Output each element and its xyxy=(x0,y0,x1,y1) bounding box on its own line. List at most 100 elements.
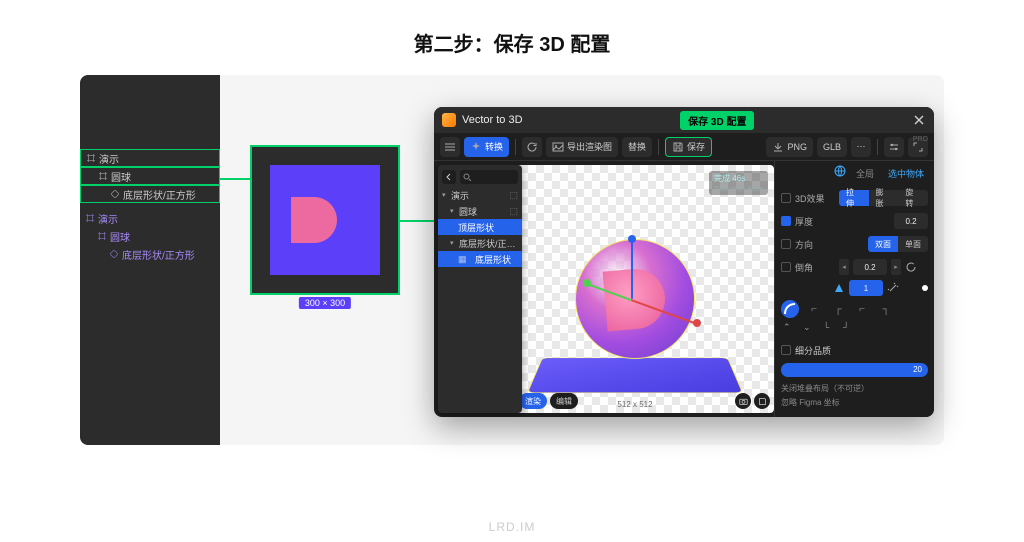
layer-row[interactable]: 底层形状/正方形 xyxy=(80,245,220,263)
tree-row-selected[interactable]: ▦ 底层形状 xyxy=(438,251,522,267)
bevel-value[interactable]: 0.2 xyxy=(853,259,887,275)
tree-row-selected[interactable]: 顶层形状 xyxy=(438,219,522,235)
plugin-logo-icon xyxy=(442,113,456,127)
profile-opt[interactable]: ┌ xyxy=(829,300,847,318)
layer-row[interactable]: 演示 xyxy=(80,149,220,167)
tree-row[interactable]: ▾演示⬚ xyxy=(438,187,522,203)
btn-label: 保存 xyxy=(687,140,705,153)
plugin-window: Vector to 3D 保存 3D 配置 PRO 转换 导出渲染图 xyxy=(434,107,934,417)
export-render-button[interactable]: 导出渲染图 xyxy=(546,137,618,157)
wand-icon[interactable] xyxy=(887,282,899,294)
segments-value[interactable]: 1 xyxy=(849,280,883,296)
frame-icon xyxy=(98,232,106,240)
layer-row[interactable]: 底层形状/正方形 xyxy=(80,185,220,203)
profile-swatches: ⌐ ┌ ⌐ ┐ xyxy=(781,300,928,318)
pill-single[interactable]: 单面 xyxy=(898,236,928,252)
tree-label: 顶层形状 xyxy=(458,221,494,234)
search-input[interactable] xyxy=(460,170,518,184)
gizmo-knob[interactable] xyxy=(583,279,591,287)
menu-button[interactable] xyxy=(440,137,460,157)
back-button[interactable] xyxy=(442,170,456,184)
edit-mode-button[interactable]: 编辑 xyxy=(550,393,578,409)
prop-direction: 方向 双面 单面 xyxy=(781,234,928,254)
render-mode-button[interactable]: 渲染 xyxy=(519,393,547,409)
frame-icon xyxy=(99,172,107,180)
checkbox[interactable] xyxy=(781,239,791,249)
layer-label: 圆球 xyxy=(111,169,131,184)
settings-button[interactable] xyxy=(884,137,904,157)
stepper-down[interactable]: ◂ xyxy=(839,259,849,275)
tree-row[interactable]: ▾圆球⬚ xyxy=(438,203,522,219)
gizmo-knob[interactable] xyxy=(628,235,636,243)
reset-icon[interactable] xyxy=(905,261,917,273)
diamond-icon xyxy=(111,190,119,198)
profile-round[interactable] xyxy=(781,300,799,318)
properties-panel: 全局 选中物体 3D效果 拉伸 膨胀 旋转 厚度 0.2 xyxy=(774,161,934,417)
pill-inflate[interactable]: 膨胀 xyxy=(869,190,899,206)
subdiv-slider[interactable]: 20 xyxy=(781,363,928,377)
corner-icon[interactable]: └ xyxy=(823,322,837,336)
extrude-type-segmented: 拉伸 膨胀 旋转 xyxy=(839,190,928,206)
props-tabs: 全局 选中物体 xyxy=(781,165,928,182)
pill-extrude[interactable]: 拉伸 xyxy=(839,190,869,206)
checkbox[interactable] xyxy=(781,262,791,272)
layer-row[interactable]: 演示 xyxy=(80,209,220,227)
checkbox[interactable] xyxy=(781,345,791,355)
tab-global[interactable]: 全局 xyxy=(852,165,878,182)
checkbox[interactable] xyxy=(781,193,791,203)
prop-label: 3D效果 xyxy=(795,192,835,205)
sliders-icon xyxy=(888,141,900,153)
download-png-button[interactable]: PNG xyxy=(766,137,813,157)
thickness-value[interactable]: 0.2 xyxy=(894,213,928,229)
checkbox-checked[interactable] xyxy=(781,216,791,226)
pill-double[interactable]: 双面 xyxy=(868,236,898,252)
download-icon xyxy=(772,141,784,153)
selection-thumbnail[interactable]: 300 × 300 xyxy=(250,145,400,295)
camera-button[interactable] xyxy=(735,393,751,409)
corner-icons: ⌃ ⌄ └ ┘ xyxy=(781,322,928,336)
layer-row[interactable]: 圆球 xyxy=(80,167,220,185)
tab-selected[interactable]: 选中物体 xyxy=(884,165,928,182)
gizmo-knob[interactable] xyxy=(693,319,701,327)
curve-icon xyxy=(783,302,797,316)
corner-icon[interactable]: ⌃ xyxy=(783,322,797,336)
half-circle-shape xyxy=(291,197,337,243)
tree-label: 演示 xyxy=(451,189,469,202)
stepper-up[interactable]: ▸ xyxy=(891,259,901,275)
convert-button[interactable]: 转换 xyxy=(464,137,509,157)
btn-label: PNG xyxy=(787,142,807,152)
separator xyxy=(877,139,878,155)
opt-ignore-coords[interactable]: 忽略 Figma 坐标 xyxy=(781,397,928,408)
profile-opt[interactable]: ┐ xyxy=(877,300,895,318)
more-button[interactable]: ⋯ xyxy=(851,137,871,157)
tree-label: 底层形状 xyxy=(475,253,511,266)
close-icon[interactable] xyxy=(912,113,926,127)
refresh-button[interactable] xyxy=(522,137,542,157)
save-view-button[interactable] xyxy=(754,393,770,409)
download-glb-button[interactable]: GLB xyxy=(817,137,847,157)
replace-button[interactable]: 替换 xyxy=(622,137,652,157)
corner-icon[interactable]: ┘ xyxy=(843,322,857,336)
layer-label: 圆球 xyxy=(110,229,130,244)
page-title: 第二步：保存 3D 配置 xyxy=(0,0,1024,75)
sparkle-icon xyxy=(470,141,482,153)
prop-subdiv: 细分品质 xyxy=(781,340,928,360)
corner-icon[interactable]: ⌄ xyxy=(803,322,817,336)
btn-label: 替换 xyxy=(628,140,646,153)
dot-icon xyxy=(922,285,928,291)
profile-opt[interactable]: ⌐ xyxy=(805,300,823,318)
save-button[interactable]: 保存 xyxy=(665,137,712,157)
status-line2: Total time: 833s xyxy=(714,186,763,193)
pill-revolve[interactable]: 旋转 xyxy=(898,190,928,206)
prop-bevel: 倒角 ◂ 0.2 ▸ xyxy=(781,257,928,277)
profile-opt[interactable]: ⌐ xyxy=(853,300,871,318)
slider-value: 20 xyxy=(913,363,922,377)
layer-row[interactable]: 圆球 xyxy=(80,227,220,245)
layer-label: 底层形状/正方形 xyxy=(122,247,195,262)
footer-options: 关闭堆叠布局（不可逆） 忽略 Figma 坐标 xyxy=(781,383,928,408)
frame-icon xyxy=(86,214,94,222)
tree-row[interactable]: ▾底层形状/正… xyxy=(438,235,522,251)
viewport-right-controls xyxy=(735,393,770,409)
viewport-3d[interactable]: 完成 46s Total time: 833s xyxy=(496,165,774,413)
opt-disable-stacking[interactable]: 关闭堆叠布局（不可逆） xyxy=(781,383,928,394)
